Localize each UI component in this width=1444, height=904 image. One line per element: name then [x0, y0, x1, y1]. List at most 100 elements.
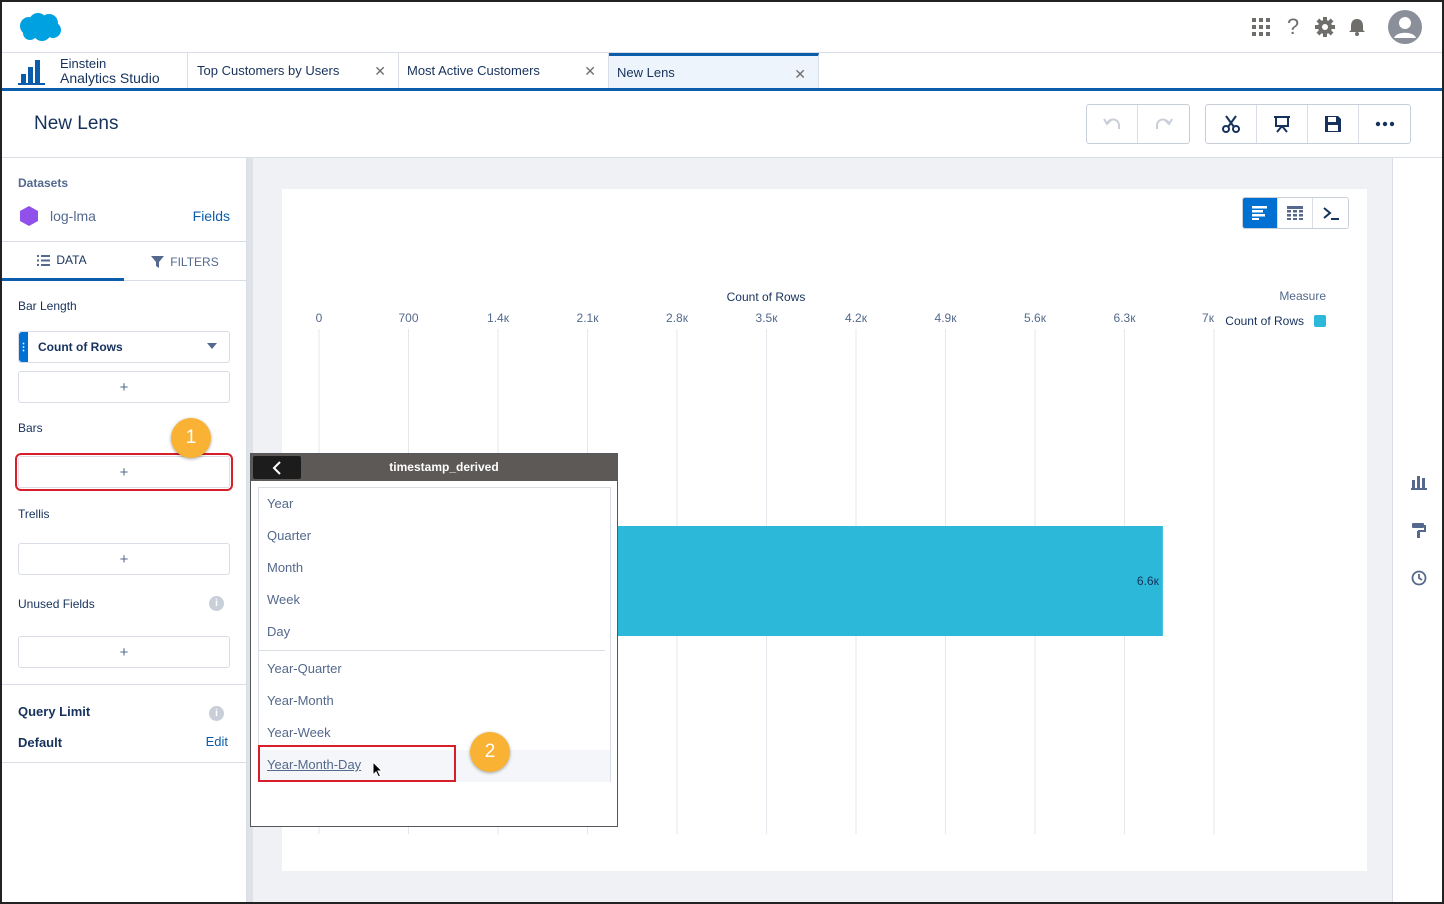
undo-button[interactable]: [1087, 105, 1138, 143]
x-tick-label: 2.8к: [666, 311, 689, 325]
dataset-row: log-lma Fields: [18, 204, 230, 228]
list-icon: [37, 254, 51, 266]
chart-mode-button[interactable]: [1243, 198, 1278, 228]
redo-button[interactable]: [1138, 105, 1189, 143]
fields-link[interactable]: Fields: [193, 208, 230, 224]
list-item-week[interactable]: Week: [267, 592, 300, 607]
right-rail: [1392, 158, 1444, 904]
x-tick-label: 4.2к: [845, 311, 868, 325]
tab-label: New Lens: [617, 64, 675, 80]
tab-data[interactable]: DATA: [0, 242, 124, 281]
horizontal-bar-chart-icon: [1252, 206, 1267, 220]
popover-title: timestamp_derived: [389, 460, 499, 474]
info-icon[interactable]: i: [209, 596, 224, 611]
tab-most-active-customers[interactable]: Most Active Customers ✕: [399, 53, 609, 88]
user-avatar-icon[interactable]: [1388, 10, 1422, 44]
bar-data-label: 6.6к: [1137, 574, 1160, 588]
tab-filters[interactable]: FILTERS: [124, 242, 246, 281]
analytics-studio-icon: [18, 59, 45, 85]
app-launcher[interactable]: Einstein Analytics Studio: [18, 53, 188, 88]
lens-actions-button-group: [1205, 104, 1411, 144]
list-item-year-week[interactable]: Year-Week: [267, 725, 331, 740]
app-grid-icon[interactable]: [1250, 16, 1272, 38]
date-grouping-list: Year Quarter Month Week Day Year-Quarter…: [258, 487, 611, 782]
add-unused-field-button[interactable]: +: [18, 636, 230, 668]
app-name: Einstein Analytics Studio: [60, 55, 160, 86]
save-button[interactable]: [1308, 105, 1359, 143]
history-clock-icon[interactable]: [1411, 570, 1427, 586]
list-item-year-month[interactable]: Year-Month: [267, 693, 334, 708]
list-item-month[interactable]: Month: [267, 560, 303, 575]
more-actions-button[interactable]: [1359, 105, 1410, 143]
x-tick-label: 5.6к: [1024, 311, 1047, 325]
step-badge-2: 2: [470, 732, 510, 772]
workspace-tabbar: Einstein Analytics Studio Top Customers …: [0, 53, 1444, 91]
tab-data-label: DATA: [56, 253, 87, 267]
list-item-year[interactable]: Year: [267, 496, 293, 511]
add-trellis-button[interactable]: +: [18, 543, 230, 575]
help-icon[interactable]: ?: [1282, 14, 1304, 39]
filter-icon: [151, 255, 165, 268]
page-title: New Lens: [34, 113, 119, 134]
clip-scissors-icon: [1222, 115, 1240, 133]
settings-icon[interactable]: [1314, 16, 1336, 38]
list-divider: [259, 650, 605, 651]
present-icon: [1274, 116, 1290, 133]
x-axis-title: Count of Rows: [727, 290, 806, 304]
app-name-line1: Einstein: [60, 55, 107, 71]
list-item-year-quarter[interactable]: Year-Quarter: [267, 661, 342, 676]
bar-length-label: Bar Length: [18, 299, 77, 313]
bars-label: Bars: [18, 421, 43, 435]
edit-query-limit-link[interactable]: Edit: [206, 734, 228, 749]
x-tick-label: 1.4к: [487, 311, 510, 325]
measure-field-pill[interactable]: ⋮ Count of Rows: [18, 331, 230, 363]
chevron-down-icon[interactable]: [207, 343, 217, 349]
drag-handle-icon[interactable]: ⋮: [19, 332, 29, 362]
close-icon[interactable]: ✕: [794, 66, 806, 83]
history-button-group: [1086, 104, 1190, 144]
close-icon[interactable]: ✕: [374, 63, 386, 80]
x-tick-label: 3.5к: [756, 311, 779, 325]
trellis-label: Trellis: [18, 507, 50, 521]
global-header: ?: [0, 0, 1444, 53]
datasets-label: Datasets: [18, 176, 69, 190]
dataset-hexagon-icon: [20, 206, 38, 226]
legend-item-label[interactable]: Count of Rows: [1225, 314, 1304, 328]
redo-icon: [1155, 118, 1173, 129]
undo-icon: [1103, 118, 1120, 129]
tab-new-lens[interactable]: New Lens ✕: [609, 53, 819, 88]
panel-tabs: DATA FILTERS: [0, 241, 246, 281]
present-button[interactable]: [1257, 105, 1308, 143]
chart-options-icon[interactable]: [1411, 474, 1427, 490]
page-header: New Lens: [0, 91, 1444, 158]
salesforce-cloud-logo[interactable]: [18, 12, 62, 42]
dataset-name[interactable]: log-lma: [50, 208, 96, 224]
table-mode-button[interactable]: [1278, 198, 1313, 228]
add-measure-button[interactable]: +: [18, 371, 230, 403]
saql-mode-button[interactable]: [1313, 198, 1348, 228]
app-name-line2: Analytics Studio: [60, 69, 160, 86]
notifications-icon[interactable]: [1346, 16, 1368, 38]
divider: [0, 762, 246, 763]
divider: [0, 684, 246, 685]
x-tick-label: 4.9к: [935, 311, 958, 325]
x-tick-label: 7к: [1202, 311, 1215, 325]
query-builder-panel: Datasets log-lma Fields DATA FILTERS Bar…: [0, 158, 247, 904]
highlight-box: [258, 745, 456, 782]
query-limit-label: Query Limit: [18, 704, 91, 719]
list-item-quarter[interactable]: Quarter: [267, 528, 311, 543]
add-bars-button[interactable]: +: [15, 453, 233, 491]
table-grid-icon: [1287, 206, 1303, 220]
tab-top-customers-by-users[interactable]: Top Customers by Users ✕: [189, 53, 399, 88]
x-tick-label: 0: [316, 311, 323, 325]
more-icon: [1375, 121, 1394, 127]
x-tick-label: 700: [398, 311, 418, 325]
terminal-prompt-icon: [1322, 207, 1339, 220]
measure-field-label: Count of Rows: [38, 340, 123, 354]
info-icon[interactable]: i: [209, 706, 224, 721]
format-paint-roller-icon[interactable]: [1411, 522, 1427, 538]
list-item-day[interactable]: Day: [267, 624, 290, 639]
step-badge-1: 1: [171, 418, 211, 458]
clip-button[interactable]: [1206, 105, 1257, 143]
close-icon[interactable]: ✕: [584, 63, 596, 80]
